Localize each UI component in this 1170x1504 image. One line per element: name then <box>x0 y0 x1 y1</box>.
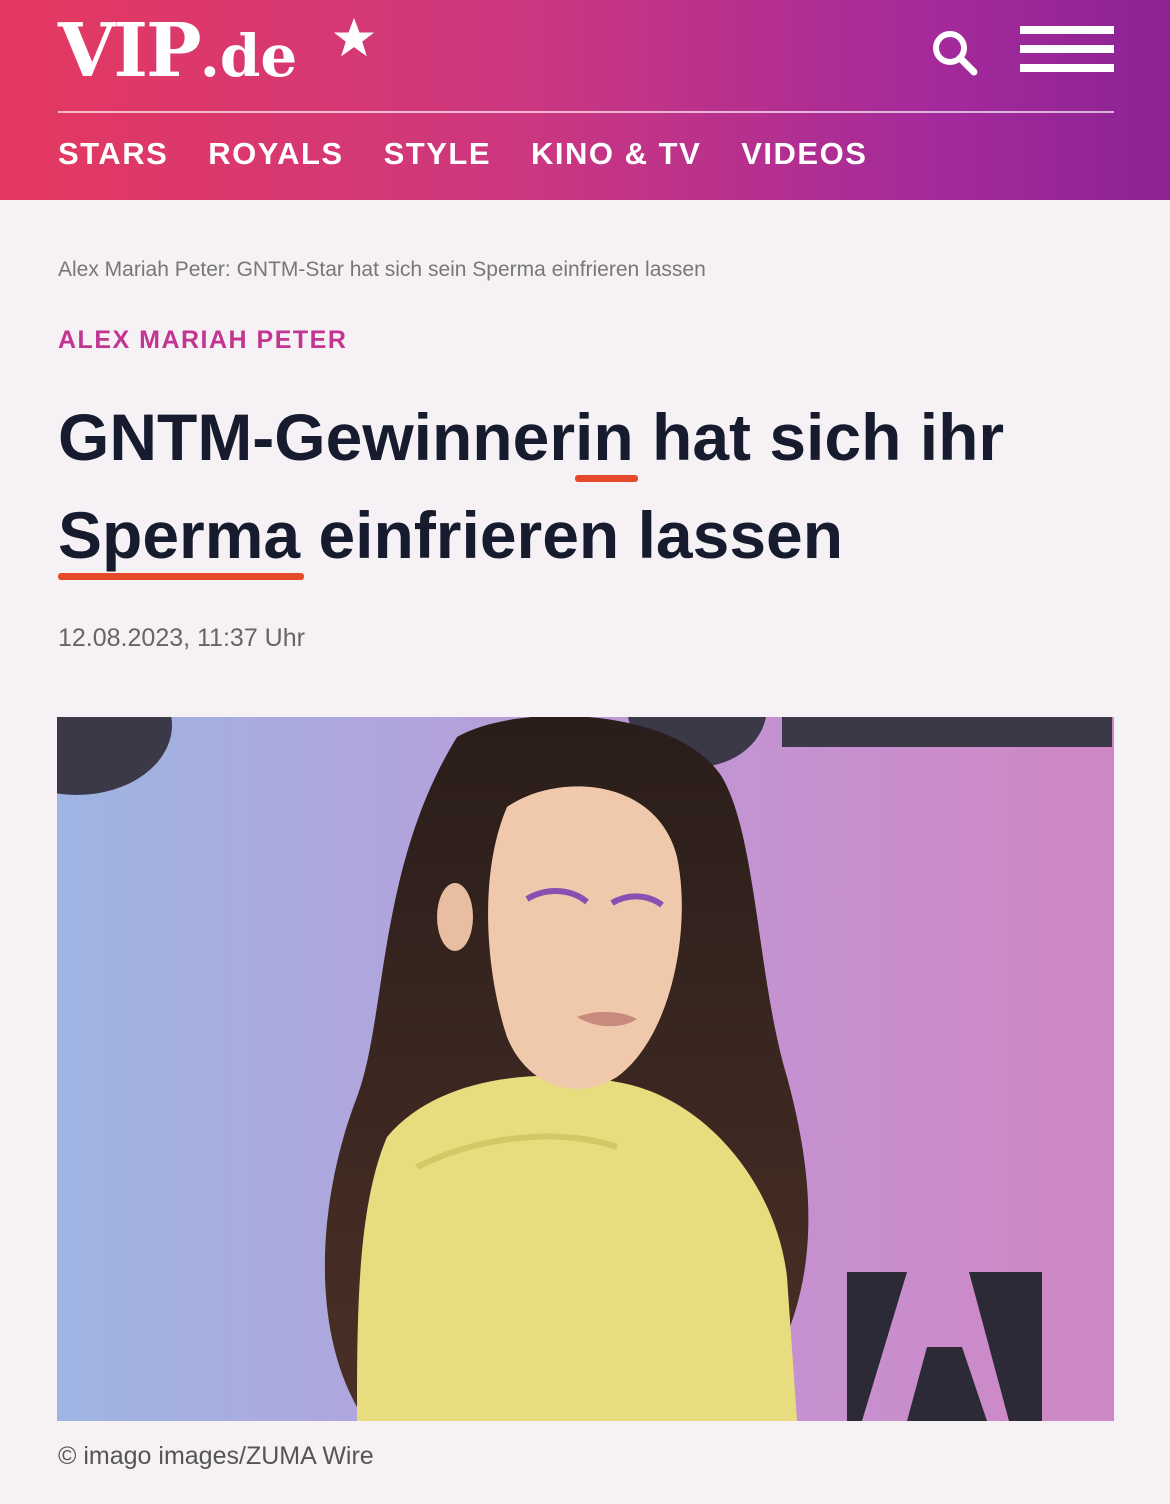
headline-part: einfrieren lassen <box>300 498 844 572</box>
headline-underlined-sperma: Sperma <box>58 498 301 572</box>
nav-item-videos[interactable]: VIDEOS <box>741 132 867 176</box>
nav-item-stars[interactable]: STARS <box>58 132 168 176</box>
site-logo[interactable]: VIP.de <box>58 6 297 96</box>
hamburger-menu-icon[interactable] <box>1020 26 1114 72</box>
search-button[interactable] <box>926 26 984 78</box>
menu-bar <box>1020 64 1114 72</box>
article-photo-illustration <box>57 717 1114 1421</box>
headline-underlined-in: in <box>575 400 634 474</box>
star-icon <box>333 17 375 57</box>
nav-item-style[interactable]: STYLE <box>384 132 491 176</box>
headline-part: GNTM-Gewinner <box>58 400 576 474</box>
logo-main: VIP <box>58 8 202 94</box>
header-divider <box>58 111 1114 113</box>
article-headline: GNTM-Gewinnerin hat sich ihr Sperma einf… <box>58 388 1138 584</box>
menu-bar <box>1020 45 1114 53</box>
article-photo[interactable] <box>57 717 1114 1421</box>
nav-item-royals[interactable]: ROYALS <box>208 132 343 176</box>
main-nav: STARS ROYALS STYLE KINO & TV VIDEOS <box>58 132 907 176</box>
article-kicker[interactable]: ALEX MARIAH PETER <box>58 326 347 355</box>
headline-part: hat sich ihr <box>633 400 1005 474</box>
article-date: 12.08.2023, 11:37 Uhr <box>58 624 305 652</box>
search-icon <box>933 31 978 76</box>
nav-item-kino-tv[interactable]: KINO & TV <box>531 132 701 176</box>
site-header: VIP.de STARS ROYALS STYLE KINO & TV VIDE… <box>0 0 1170 200</box>
breadcrumb[interactable]: Alex Mariah Peter: GNTM-Star hat sich se… <box>58 258 706 282</box>
menu-bar <box>1020 26 1114 34</box>
image-credit: © imago images/ZUMA Wire <box>58 1442 374 1470</box>
logo-suffix: .de <box>199 22 298 90</box>
